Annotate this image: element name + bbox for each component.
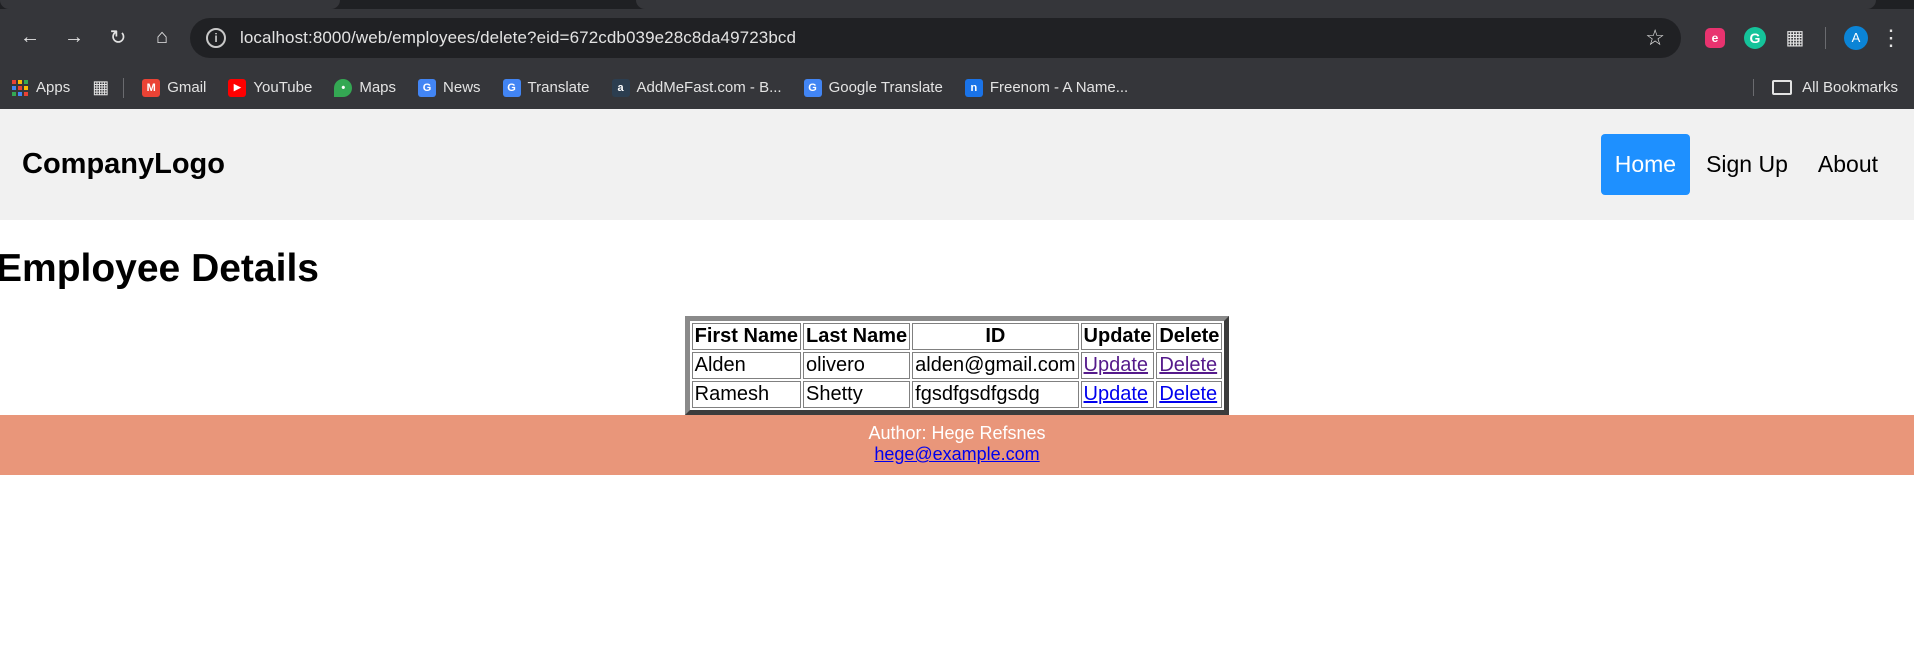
browser-toolbar: ← → ↻ ⌂ i localhost:8000/web/employees/d… [0, 9, 1914, 66]
avatar: A [1844, 25, 1868, 50]
bookmark-label: Maps [359, 79, 397, 96]
cell-id: alden@gmail.com [912, 352, 1079, 379]
bookmark-label: Gmail [167, 79, 207, 96]
site-footer: Author: Hege Refsnes hege@example.com [0, 415, 1914, 475]
update-link[interactable]: Update [1084, 354, 1149, 376]
table-row: Ramesh Shetty fgsdfgsdfgsdg Update Delet… [691, 381, 1223, 408]
bookmark-label: Translate [527, 79, 590, 96]
nav-signup-link[interactable]: Sign Up [1692, 134, 1802, 195]
employee-table: First Name Last Name ID Update Delete Al… [684, 316, 1230, 415]
bookmark-label: Google Translate [828, 79, 943, 96]
site-info-icon[interactable]: i [206, 27, 226, 48]
header-delete: Delete [1156, 323, 1223, 350]
header-last-name: Last Name [803, 323, 911, 350]
table-row: Alden olivero alden@gmail.com Update Del… [691, 352, 1223, 379]
nav-about-link[interactable]: About [1804, 134, 1892, 195]
extension-e-button[interactable]: e [1695, 18, 1735, 58]
bookmark-news[interactable]: G News [418, 78, 481, 97]
freenom-icon: n [964, 78, 983, 97]
bookmark-google-translate[interactable]: G Google Translate [803, 78, 943, 97]
cell-first-name: Ramesh [691, 381, 801, 408]
tab-strip [0, 0, 1914, 9]
cell-last-name: olivero [803, 352, 911, 379]
extensions-button[interactable]: ▦ [1775, 18, 1815, 58]
url-text[interactable]: localhost:8000/web/employees/delete?eid=… [240, 28, 1645, 48]
bookmark-label: Freenom - A Name... [989, 79, 1129, 96]
apps-grid-icon [12, 79, 28, 96]
grid-icon: ▦ [92, 77, 110, 97]
bookmarks-bar: Apps ▦ M Gmail ▶ YouTube • Maps G News G… [0, 66, 1914, 109]
bookmark-label: YouTube [253, 79, 313, 96]
addmefast-icon: a [611, 78, 630, 97]
menu-kebab-icon[interactable]: ⋮ [1876, 25, 1906, 51]
home-icon[interactable]: ⌂ [140, 18, 184, 58]
header-first-name: First Name [691, 323, 801, 350]
company-logo[interactable]: CompanyLogo [22, 148, 225, 181]
bookmark-freenom[interactable]: n Freenom - A Name... [964, 78, 1129, 97]
cell-id: fgsdfgsdfgsdg [912, 381, 1079, 408]
cell-update: Update [1080, 381, 1155, 408]
bookmark-gmail[interactable]: M Gmail [142, 78, 207, 97]
back-arrow-icon[interactable]: ← [8, 18, 52, 58]
active-tab[interactable] [0, 0, 340, 9]
bookmark-star-icon[interactable]: ☆ [1645, 25, 1665, 51]
folder-icon [1772, 80, 1793, 95]
bookmark-apps[interactable]: Apps [12, 79, 70, 96]
bookmark-maps[interactable]: • Maps [334, 78, 397, 97]
cell-update: Update [1080, 352, 1155, 379]
bookmark-addmefast[interactable]: a AddMeFast.com - B... [611, 78, 782, 97]
forward-arrow-icon[interactable]: → [52, 18, 96, 58]
news-icon: G [418, 78, 437, 97]
toolbar-divider [1825, 26, 1826, 49]
bookmarks-divider [123, 77, 125, 98]
footer-author: Author: Hege Refsnes [868, 423, 1046, 443]
cell-first-name: Alden [691, 352, 801, 379]
cell-last-name: Shetty [803, 381, 911, 408]
site-header: CompanyLogo Home Sign Up About [0, 109, 1914, 220]
header-update: Update [1080, 323, 1155, 350]
grammarly-button[interactable]: G [1735, 18, 1775, 58]
delete-link[interactable]: Delete [1159, 354, 1217, 376]
table-container: First Name Last Name ID Update Delete Al… [0, 316, 1914, 415]
address-bar[interactable]: i localhost:8000/web/employees/delete?ei… [190, 17, 1681, 58]
table-header-row: First Name Last Name ID Update Delete [691, 323, 1223, 350]
main-nav: Home Sign Up About [1599, 134, 1892, 195]
footer-email-link[interactable]: hege@example.com [874, 444, 1039, 464]
header-id: ID [912, 323, 1079, 350]
bookmark-label: Apps [36, 79, 71, 96]
bookmark-label: News [443, 79, 481, 96]
page-title: Employee Details [0, 247, 319, 290]
extension-e-icon: e [1705, 27, 1725, 48]
maps-icon: • [334, 78, 353, 97]
google-translate-icon: G [803, 78, 822, 97]
reload-icon[interactable]: ↻ [96, 18, 140, 58]
inactive-tab[interactable] [636, 0, 1876, 9]
update-link[interactable]: Update [1084, 383, 1149, 405]
nav-home-link[interactable]: Home [1600, 134, 1691, 195]
delete-link[interactable]: Delete [1159, 383, 1217, 405]
cell-delete: Delete [1156, 381, 1223, 408]
gmail-icon: M [142, 78, 161, 97]
puzzle-piece-icon: ▦ [1785, 27, 1805, 49]
bookmark-label: AddMeFast.com - B... [636, 79, 782, 96]
translate-icon: G [502, 78, 521, 97]
profile-button[interactable]: A [1836, 18, 1876, 58]
bookmark-youtube[interactable]: ▶ YouTube [228, 78, 313, 97]
cell-delete: Delete [1156, 352, 1223, 379]
all-bookmarks-label: All Bookmarks [1802, 79, 1898, 96]
all-bookmarks-button[interactable]: All Bookmarks [1753, 79, 1898, 96]
grammarly-icon: G [1744, 26, 1766, 49]
youtube-icon: ▶ [228, 78, 247, 97]
tab-groups-button[interactable]: ▦ [92, 77, 109, 98]
bookmark-translate[interactable]: G Translate [502, 78, 590, 97]
